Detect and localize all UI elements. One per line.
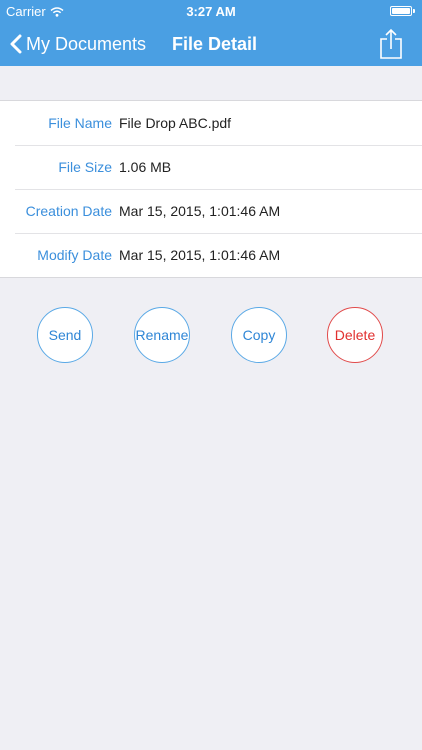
battery-icon <box>390 6 415 16</box>
modify-date-label: Modify Date <box>37 247 112 263</box>
detail-row-file-name: File Name File Drop ABC.pdf <box>0 101 422 145</box>
detail-row-file-size: File Size 1.06 MB <box>0 145 422 189</box>
creation-date-label: Creation Date <box>25 203 112 219</box>
page-title: File Detail <box>172 34 258 54</box>
share-icon[interactable] <box>378 28 404 60</box>
send-button[interactable]: Send <box>37 307 93 363</box>
navigation-bar: My Documents File Detail <box>0 22 422 66</box>
delete-button[interactable]: Delete <box>327 307 383 363</box>
chevron-left-icon <box>10 34 22 54</box>
file-name-value: File Drop ABC.pdf <box>119 115 232 131</box>
file-size-label: File Size <box>58 159 112 175</box>
file-name-label: File Name <box>48 115 112 131</box>
status-bar: Carrier 3:27 AM <box>0 0 422 22</box>
creation-date-value: Mar 15, 2015, 1:01:46 AM <box>119 203 281 219</box>
file-detail-table: File Name File Drop ABC.pdf File Size 1.… <box>0 100 422 278</box>
battery-fill <box>392 8 410 14</box>
detail-row-modify-date: Modify Date Mar 15, 2015, 1:01:46 AM <box>0 233 422 277</box>
status-time: 3:27 AM <box>186 4 236 19</box>
modify-date-value: Mar 15, 2015, 1:01:46 AM <box>119 247 281 263</box>
file-size-value: 1.06 MB <box>119 159 172 175</box>
back-button-label: My Documents <box>26 33 147 54</box>
back-button[interactable]: My Documents <box>10 22 146 66</box>
rename-button[interactable]: Rename <box>134 307 190 363</box>
copy-button[interactable]: Copy <box>231 307 287 363</box>
action-buttons: Send Rename Copy Delete <box>0 307 422 365</box>
top-bar: Carrier 3:27 AM My Documents File Detail <box>0 0 422 66</box>
detail-row-creation-date: Creation Date Mar 15, 2015, 1:01:46 AM <box>0 189 422 233</box>
